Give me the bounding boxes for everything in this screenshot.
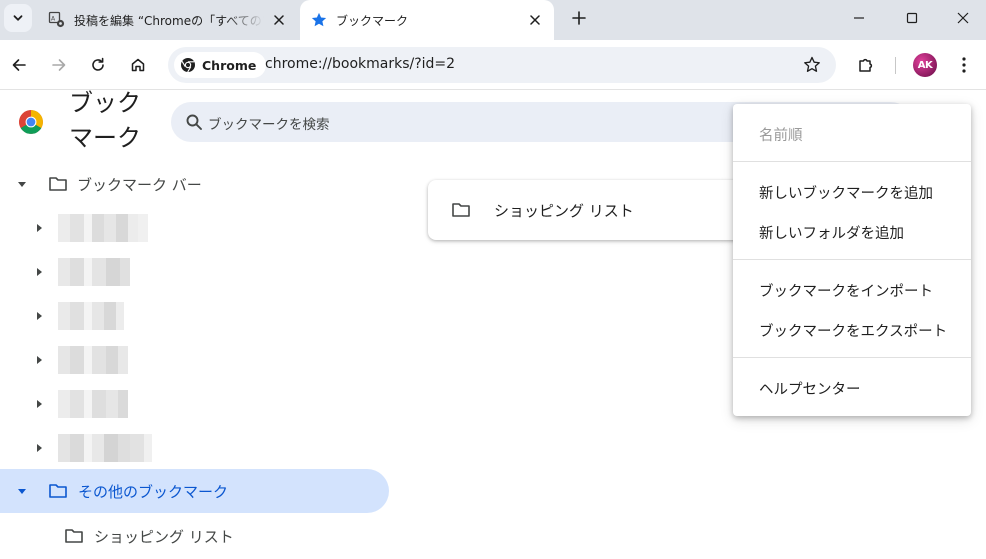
menu-item-export[interactable]: ブックマークをエクスポート <box>759 320 947 341</box>
page-title: ブックマーク <box>69 89 141 152</box>
arrow-left-icon <box>12 59 26 71</box>
tab-bookmarks[interactable]: ブックマーク <box>300 0 554 40</box>
tree-item-label: ブックマーク バー <box>77 175 202 194</box>
tree-item-label: ショッピング リスト <box>94 527 234 546</box>
tree-item-blurred[interactable] <box>0 294 390 338</box>
folder-icon <box>452 203 470 217</box>
home-button[interactable] <box>124 51 152 79</box>
chrome-menu-button[interactable] <box>950 51 978 79</box>
redacted-item <box>58 434 152 462</box>
menu-item-add-folder[interactable]: 新しいフォルダを追加 <box>759 222 904 243</box>
forward-button[interactable] <box>45 51 73 79</box>
tree-item-blurred[interactable] <box>0 382 390 426</box>
expand-arrow-icon[interactable] <box>33 442 45 454</box>
close-window-button[interactable] <box>948 5 978 31</box>
arrow-right-icon <box>52 59 66 71</box>
expand-arrow-icon[interactable] <box>33 266 45 278</box>
tab-close-button[interactable] <box>526 11 544 29</box>
tree-item-blurred[interactable] <box>0 426 390 470</box>
expand-arrow-icon[interactable] <box>33 310 45 322</box>
menu-item-sort-by-name[interactable]: 名前順 <box>759 124 803 145</box>
back-button[interactable] <box>5 51 33 79</box>
minimize-button[interactable] <box>844 5 874 31</box>
maximize-icon <box>906 12 918 24</box>
expand-arrow-icon[interactable] <box>33 398 45 410</box>
menu-item-help-center[interactable]: ヘルプセンター <box>759 378 861 399</box>
maximize-button[interactable] <box>897 5 927 31</box>
redacted-item <box>58 302 124 330</box>
more-vert-icon <box>962 57 966 73</box>
redacted-item <box>58 258 130 286</box>
extensions-button[interactable] <box>852 51 880 79</box>
chrome-logo-icon <box>19 110 43 134</box>
toolbar-separator <box>895 57 896 74</box>
browser-window: A 投稿を編集 “Chromeの「すべてのブックマーク」 ブックマーク <box>0 0 986 559</box>
search-icon <box>186 114 202 130</box>
profile-avatar[interactable]: AK <box>913 53 937 77</box>
redacted-item <box>58 346 128 374</box>
url-text[interactable]: chrome://bookmarks/?id=2 <box>265 56 455 72</box>
toolbar: Chrome chrome://bookmarks/?id=2 AK <box>0 40 986 90</box>
list-item-label: ショッピング リスト <box>494 202 634 220</box>
home-icon <box>131 58 145 72</box>
star-icon <box>310 11 328 29</box>
close-icon <box>530 15 540 25</box>
organize-menu: 名前順 新しいブックマークを追加 新しいフォルダを追加 ブックマークをインポート… <box>733 104 971 416</box>
tree-item-blurred[interactable] <box>0 206 390 250</box>
tab-search-button[interactable] <box>4 4 32 32</box>
wordpress-edit-icon: A <box>48 11 66 29</box>
tab-title: ブックマーク <box>336 13 409 28</box>
plus-icon <box>572 11 586 25</box>
tree-item-blurred[interactable] <box>0 338 390 382</box>
bookmark-star-icon[interactable] <box>802 55 822 75</box>
reload-icon <box>92 57 104 71</box>
tab-close-button[interactable] <box>270 11 288 29</box>
new-tab-button[interactable] <box>566 5 592 31</box>
menu-divider <box>733 259 971 260</box>
redacted-item <box>58 214 148 242</box>
folder-icon <box>49 177 67 191</box>
tab-title: 投稿を編集 “Chromeの「すべてのブックマーク」 <box>74 13 264 28</box>
tab-edit-post[interactable]: A 投稿を編集 “Chromeの「すべてのブックマーク」 <box>38 0 298 40</box>
menu-item-import[interactable]: ブックマークをインポート <box>759 280 933 301</box>
expand-arrow-icon[interactable] <box>16 178 28 190</box>
address-bar[interactable]: Chrome chrome://bookmarks/?id=2 <box>168 47 836 83</box>
tree-item-shopping-list[interactable]: ショッピング リスト <box>0 514 390 558</box>
bookmark-list-card: ショッピング リスト <box>428 180 758 240</box>
expand-arrow-icon[interactable] <box>16 485 28 497</box>
menu-divider <box>733 357 971 358</box>
site-info-chip[interactable]: Chrome <box>174 52 267 78</box>
puzzle-icon <box>859 58 873 72</box>
close-icon <box>274 15 284 25</box>
redacted-item <box>58 390 128 418</box>
menu-divider <box>733 161 971 162</box>
chrome-icon <box>181 58 195 73</box>
expand-arrow-icon[interactable] <box>33 222 45 234</box>
folder-icon <box>49 484 67 498</box>
close-icon <box>957 12 969 24</box>
menu-item-add-bookmark[interactable]: 新しいブックマークを追加 <box>759 182 933 203</box>
tab-strip: A 投稿を編集 “Chromeの「すべてのブックマーク」 ブックマーク <box>0 0 986 40</box>
expand-arrow-icon[interactable] <box>33 354 45 366</box>
tree-item-label: その他のブックマーク <box>78 482 229 501</box>
chevron-down-icon <box>13 15 23 21</box>
folder-icon <box>65 529 83 543</box>
tree-item-other-bookmarks[interactable]: その他のブックマーク <box>0 469 389 513</box>
tree-item-blurred[interactable] <box>0 250 390 294</box>
minimize-icon <box>854 17 864 19</box>
tree-item-bookmarks-bar[interactable]: ブックマーク バー <box>0 162 390 206</box>
search-placeholder: ブックマークを検索 <box>208 117 330 133</box>
svg-text:A: A <box>51 16 56 23</box>
reload-button[interactable] <box>84 51 112 79</box>
chip-label: Chrome <box>202 57 257 73</box>
